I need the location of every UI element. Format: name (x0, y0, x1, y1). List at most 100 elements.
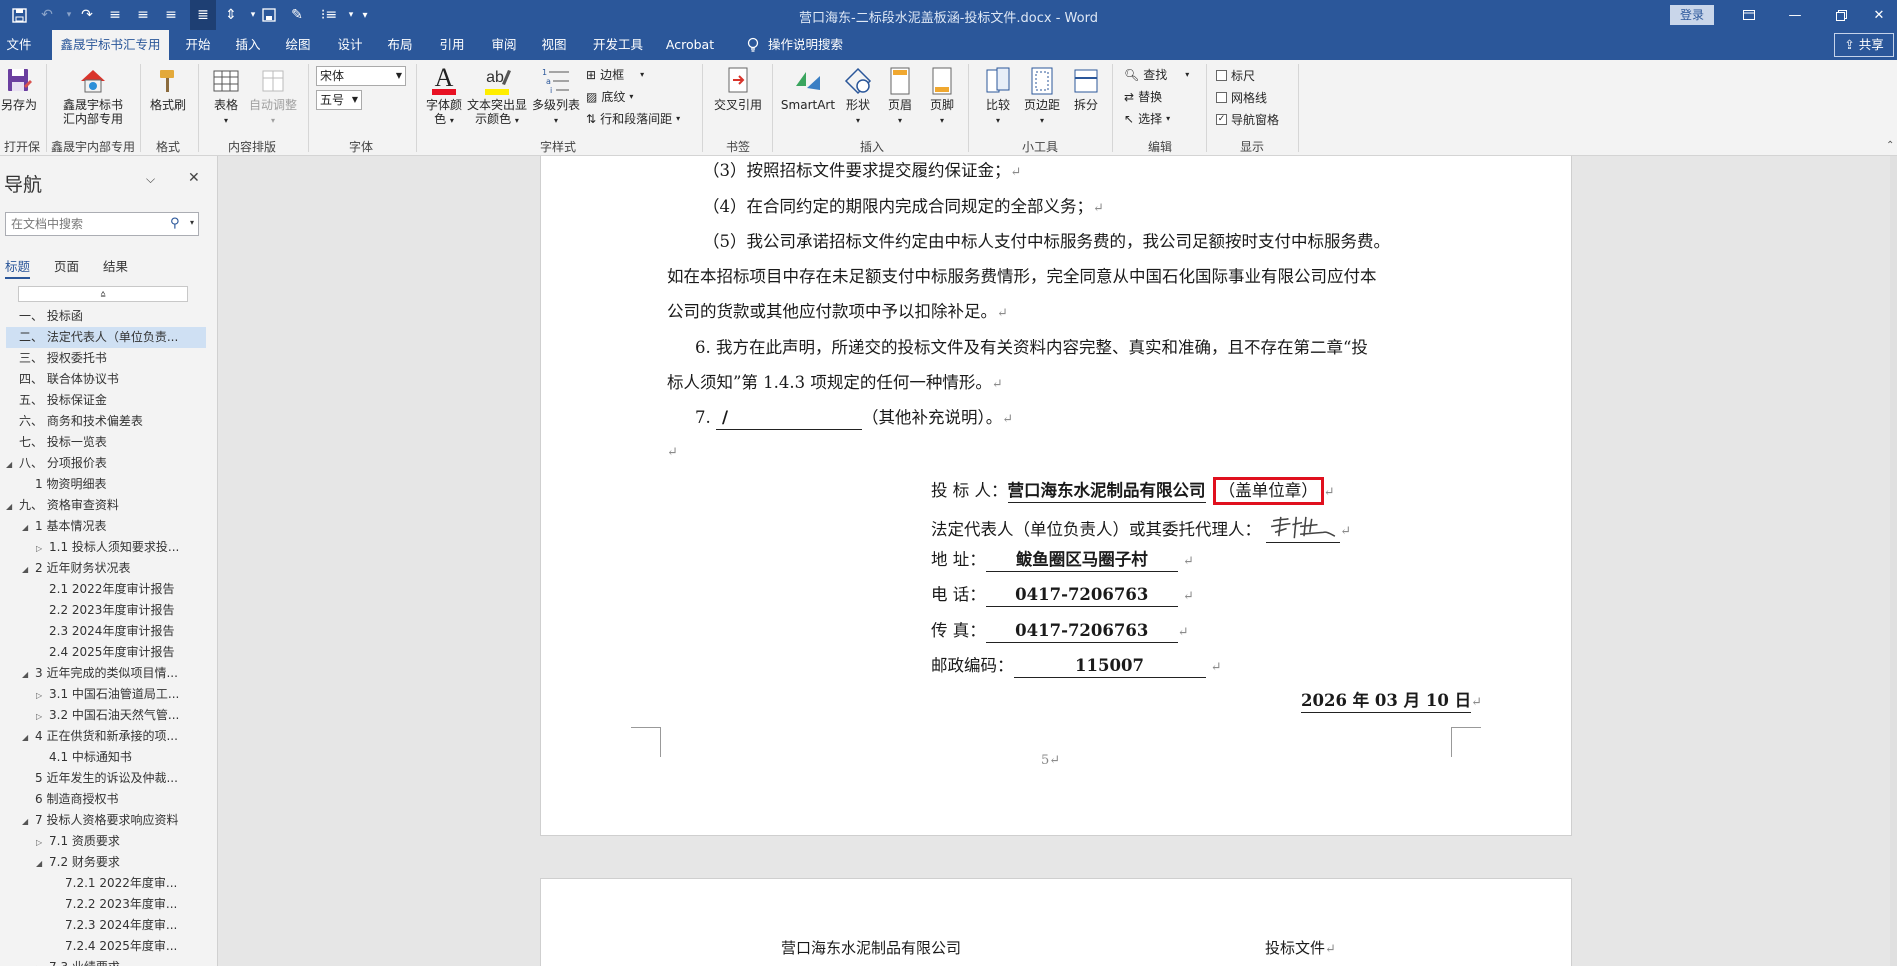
tab-pages[interactable]: 页面 (54, 256, 79, 275)
expanded-triangle-icon[interactable]: ◢ (22, 559, 35, 580)
vertical-scrollbar[interactable] (1890, 156, 1897, 966)
nav-heading-item[interactable]: ◢ 7 投标人资格要求响应资料 (22, 810, 217, 832)
collapsed-triangle-icon[interactable]: ▷ (36, 706, 49, 727)
font-size-select[interactable]: 五号 ▼ (316, 90, 362, 110)
nav-heading-item[interactable]: 4.1 中标通知书 (36, 747, 217, 768)
nav-heading-item[interactable]: 2.1 2022年度审计报告 (36, 579, 217, 600)
nav-heading-item[interactable]: ◢ 3 近年完成的类似项目情... (22, 663, 217, 685)
tab-view[interactable]: 视图 (534, 30, 574, 60)
font-name-select[interactable]: 宋体 ▼ (316, 66, 406, 86)
nav-heading-item[interactable]: ◢ 九、 资格审查资料 (6, 495, 206, 516)
nav-heading-item[interactable]: 六、 商务和技术偏差表 (6, 411, 206, 432)
footer-button[interactable]: 页脚 ▾ (922, 66, 962, 128)
save-as-button[interactable]: 另存为 (0, 66, 38, 112)
expanded-triangle-icon[interactable]: ◢ (22, 664, 35, 685)
nav-heading-item[interactable]: ◢ 2 近年财务状况表 (22, 558, 217, 580)
nav-heading-item[interactable]: 7.2.3 2024年度审... (52, 915, 217, 936)
nav-heading-item[interactable]: 2.3 2024年度审计报告 (36, 621, 217, 642)
nav-heading-item[interactable]: 7.2.4 2025年度审... (52, 936, 217, 957)
close-icon[interactable]: ✕ (188, 170, 200, 186)
smartart-button[interactable]: SmartArt (780, 66, 836, 112)
lightbulb-icon[interactable] (742, 30, 764, 60)
highlight-button[interactable]: ab 文本突出显 示颜色 ▾ (466, 62, 528, 128)
nav-heading-item[interactable]: 7.2.2 2023年度审... (52, 894, 217, 915)
line-paragraph-spacing-button[interactable]: ⇅ 行和段落间距 ▾ (586, 110, 680, 127)
border-button[interactable]: ⊞ 边框 ▾ (586, 66, 644, 83)
collapsed-triangle-icon[interactable]: ▷ (36, 685, 49, 706)
replace-button[interactable]: ⇄ 替换 (1124, 88, 1162, 105)
tab-design[interactable]: 设计 (330, 30, 370, 60)
xsy-internal-button[interactable]: 鑫晟宇标书 汇内部专用 (54, 66, 132, 126)
table-button[interactable]: 表格 ▾ (206, 66, 246, 128)
ribbon-display-icon[interactable] (1726, 0, 1772, 30)
collapse-ribbon-icon[interactable]: ⌃ (1886, 140, 1894, 151)
cross-reference-button[interactable]: 交叉引用 (710, 66, 766, 112)
format-painter-button[interactable]: 格式刷 (146, 66, 190, 112)
shape-button[interactable]: 形状 ▾ (838, 66, 878, 128)
nav-heading-item[interactable]: ▷ 3.1 中国石油管道局工... (36, 684, 217, 706)
expanded-triangle-icon[interactable]: ◢ (6, 496, 19, 517)
nav-heading-item[interactable]: ▷ 1.1 投标人须知要求投... (36, 537, 217, 559)
nav-heading-item[interactable]: 6 制造商授权书 (22, 789, 217, 810)
share-button[interactable]: ⇪ 共享 (1834, 33, 1894, 57)
nav-heading-item[interactable]: 2.4 2025年度审计报告 (36, 642, 217, 663)
nav-heading-item[interactable]: 四、 联合体协议书 (6, 369, 206, 390)
nav-heading-item[interactable]: 2.2 2023年度审计报告 (36, 600, 217, 621)
compare-button[interactable]: 比较 ▾ (976, 66, 1020, 128)
tell-me-search[interactable]: 操作说明搜索 (768, 30, 850, 60)
nav-heading-item[interactable]: ◢ 八、 分项报价表 (6, 453, 206, 474)
split-button[interactable]: 拆分 (1066, 66, 1106, 112)
multilevel-list-button[interactable]: 1ai 多级列表 ▾ (530, 66, 582, 128)
tab-references[interactable]: 引用 (432, 30, 472, 60)
search-options-icon[interactable]: ▾ (190, 218, 194, 227)
nav-heading-item[interactable]: 5 近年发生的诉讼及仲裁... (22, 768, 217, 789)
collapse-all-icon[interactable]: ⩠ (18, 286, 188, 302)
select-button[interactable]: ↖ 选择 ▾ (1124, 110, 1170, 127)
page-margin-button[interactable]: 页边距 ▾ (1020, 66, 1064, 128)
tab-results[interactable]: 结果 (103, 256, 128, 275)
nav-heading-item[interactable]: 1 物资明细表 (22, 474, 217, 495)
tab-xsy[interactable]: 鑫晟宇标书汇专用 (52, 30, 169, 60)
nav-heading-item[interactable]: 一、 投标函 (6, 306, 206, 327)
find-button[interactable]: 🔍︎ 查找 ▾ (1124, 66, 1189, 83)
nav-heading-item[interactable]: ▷ 7.1 资质要求 (36, 831, 217, 853)
search-icon[interactable]: ⚲ (170, 216, 180, 231)
expanded-triangle-icon[interactable]: ◢ (36, 853, 49, 874)
tab-insert[interactable]: 插入 (228, 30, 268, 60)
nav-heading-item[interactable]: ▷7.3 业绩要求 (36, 957, 217, 966)
nav-heading-item[interactable]: 7.2.1 2022年度审... (52, 873, 217, 894)
nav-heading-item[interactable]: 二、 法定代表人（单位负责... (6, 327, 206, 348)
expanded-triangle-icon[interactable]: ◢ (6, 454, 19, 475)
shading-button[interactable]: ▨ 底纹 ▾ (586, 88, 633, 105)
header-button[interactable]: 页眉 ▾ (880, 66, 920, 128)
collapsed-triangle-icon[interactable]: ▷ (36, 958, 49, 966)
expanded-triangle-icon[interactable]: ◢ (22, 811, 35, 832)
tab-headings[interactable]: 标题 (5, 256, 31, 279)
chevron-down-icon[interactable]: ⌵ (146, 172, 155, 187)
nav-heading-item[interactable]: ◢ 4 正在供货和新承接的项... (22, 726, 217, 748)
tab-layout[interactable]: 布局 (380, 30, 420, 60)
tab-review[interactable]: 审阅 (484, 30, 524, 60)
collapsed-triangle-icon[interactable]: ▷ (36, 538, 49, 559)
font-color-button[interactable]: A 字体颜 色 ▾ (420, 62, 468, 128)
nav-pane-checkbox[interactable]: ✓ 导航窗格 (1216, 111, 1279, 128)
document-canvas[interactable]: （3）按照招标文件要求提交履约保证金；↵ （4）在合同约定的期限内完成合同规定的… (218, 156, 1897, 966)
close-icon[interactable]: ✕ (1856, 0, 1897, 30)
auto-adjust-button[interactable]: 自动调整 ▾ (246, 66, 300, 128)
nav-heading-item[interactable]: 七、 投标一览表 (6, 432, 206, 453)
login-button[interactable]: 登录 (1670, 5, 1714, 25)
tab-developer[interactable]: 开发工具 (586, 30, 650, 60)
nav-heading-item[interactable]: 三、 授权委托书 (6, 348, 206, 369)
nav-heading-item[interactable]: 五、 投标保证金 (6, 390, 206, 411)
ruler-checkbox[interactable]: 标尺 (1216, 67, 1255, 84)
tab-acrobat[interactable]: Acrobat (660, 30, 720, 60)
expanded-triangle-icon[interactable]: ◢ (22, 727, 35, 748)
tab-draw[interactable]: 绘图 (278, 30, 318, 60)
gridlines-checkbox[interactable]: 网格线 (1216, 89, 1267, 106)
nav-heading-item[interactable]: ▷ 3.2 中国石油天然气管... (36, 705, 217, 727)
minimize-icon[interactable]: — (1772, 0, 1818, 30)
nav-heading-item[interactable]: ◢ 7.2 财务要求 (36, 852, 217, 874)
collapsed-triangle-icon[interactable]: ▷ (36, 832, 49, 853)
expanded-triangle-icon[interactable]: ◢ (22, 517, 35, 538)
nav-heading-item[interactable]: ◢ 1 基本情况表 (22, 516, 217, 538)
